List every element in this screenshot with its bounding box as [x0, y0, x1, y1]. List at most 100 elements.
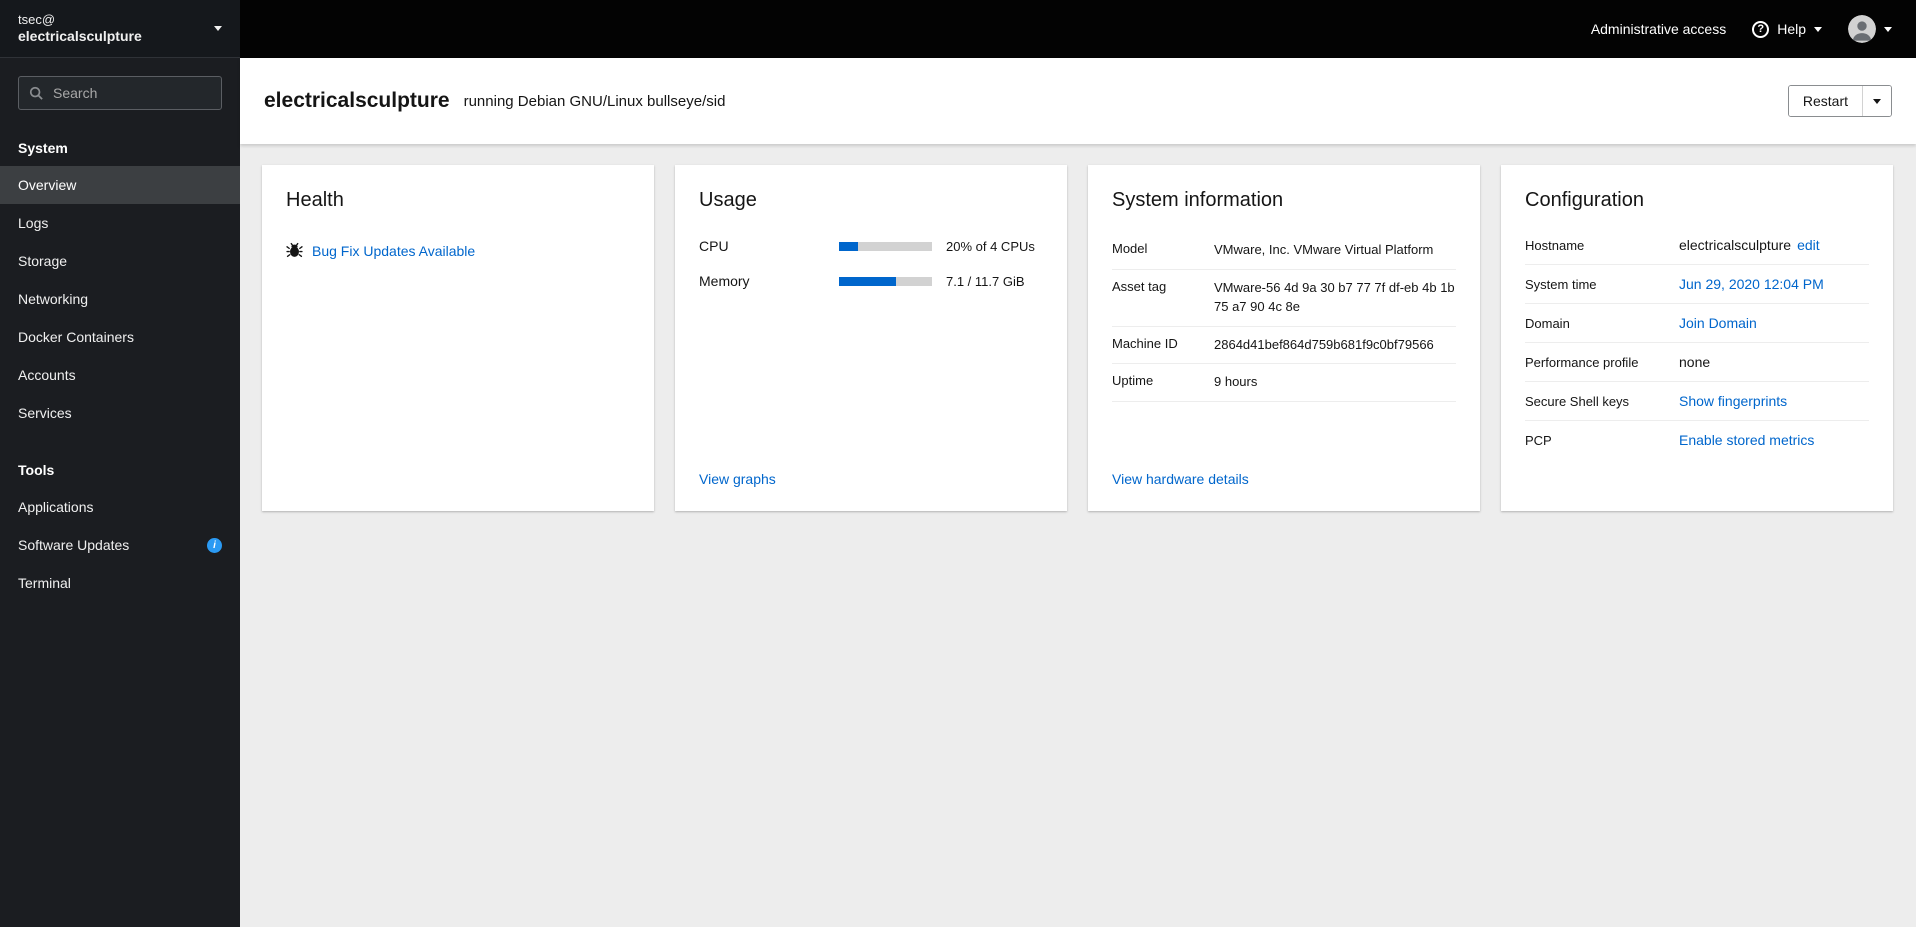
- nav-section-title: Tools: [18, 462, 55, 478]
- usage-label: Memory: [699, 273, 750, 289]
- search-icon: [29, 86, 43, 100]
- sidebar-item-terminal[interactable]: Terminal: [0, 564, 240, 602]
- info-value: 9 hours: [1214, 374, 1258, 390]
- info-value: VMware, Inc. VMware Virtual Platform: [1214, 242, 1434, 257]
- restart-dropdown-toggle[interactable]: [1862, 86, 1891, 116]
- sidebar-item-label: Services: [18, 405, 72, 421]
- system-time-link[interactable]: Jun 29, 2020 12:04 PM: [1679, 276, 1824, 292]
- info-icon: i: [207, 537, 222, 553]
- sidebar-item-overview[interactable]: Overview: [0, 166, 240, 204]
- sidebar: tsec@ electricalsculpture System Overvie…: [0, 0, 240, 927]
- sidebar-item-accounts[interactable]: Accounts: [0, 356, 240, 394]
- page-subtitle: running Debian GNU/Linux bullseye/sid: [463, 92, 726, 110]
- user-avatar-icon: [1848, 15, 1876, 43]
- host-switcher[interactable]: tsec@ electricalsculpture: [0, 0, 240, 58]
- app-root: tsec@ electricalsculpture System Overvie…: [0, 0, 1916, 927]
- view-hardware-details-link[interactable]: View hardware details: [1112, 471, 1456, 487]
- sidebar-item-software-updates[interactable]: Software Updates i: [0, 526, 240, 564]
- memory-progress-bar: [839, 276, 932, 286]
- sidebar-item-label: Logs: [18, 215, 49, 231]
- edit-hostname-link[interactable]: edit: [1797, 237, 1820, 253]
- usage-rows: CPU 20% of 4 CPUs Memory 7.1 / 11.7 GiB: [699, 238, 1043, 289]
- config-label: Domain: [1525, 315, 1570, 331]
- search-input[interactable]: [51, 84, 211, 102]
- sidebar-item-logs[interactable]: Logs: [0, 204, 240, 242]
- administrative-access-button[interactable]: Administrative access: [1579, 13, 1738, 45]
- session-menu-button[interactable]: [1836, 7, 1904, 51]
- usage-label: CPU: [699, 238, 729, 254]
- overview-content: Health Bug Fix Updates Available Usage C…: [240, 144, 1916, 927]
- info-label: Machine ID: [1112, 335, 1178, 351]
- help-menu-button[interactable]: ? Help: [1740, 13, 1834, 46]
- config-label: PCP: [1525, 432, 1552, 448]
- info-label: Asset tag: [1112, 278, 1167, 294]
- sidebar-item-label: Applications: [18, 499, 94, 515]
- card-title: System information: [1112, 189, 1284, 211]
- sidebar-item-networking[interactable]: Networking: [0, 280, 240, 318]
- header-actions: Restart: [1787, 85, 1892, 117]
- usage-value: 20% of 4 CPUs: [946, 238, 1035, 254]
- host-name: electricalsculpture: [18, 27, 142, 44]
- chevron-down-icon: [1814, 26, 1822, 32]
- host-switcher-text: tsec@ electricalsculpture: [18, 12, 214, 46]
- performance-profile-value: none: [1679, 354, 1711, 370]
- chevron-down-icon: [1873, 98, 1881, 104]
- sidebar-item-label: Overview: [18, 177, 77, 193]
- info-value: 2864d41bef864d759b681f9c0bf79566: [1214, 336, 1434, 352]
- host-user: tsec@: [18, 11, 56, 27]
- info-row-machine-id: Machine ID 2864d41bef864d759b681f9c0bf79…: [1112, 327, 1456, 365]
- memory-usage-row: Memory 7.1 / 11.7 GiB: [699, 273, 1043, 289]
- health-card: Health Bug Fix Updates Available: [262, 165, 654, 511]
- sidebar-item-applications[interactable]: Applications: [0, 488, 240, 526]
- nav-section-tools: Tools Applications Software Updates i Te…: [0, 432, 240, 602]
- page-title: electricalsculpture: [264, 89, 450, 112]
- config-row-secure-shell-keys: Secure Shell keys Show fingerprints: [1525, 382, 1869, 421]
- help-label: Help: [1777, 21, 1806, 37]
- config-row-hostname: Hostname electricalsculpture edit: [1525, 226, 1869, 265]
- card-title: Configuration: [1525, 189, 1644, 211]
- show-fingerprints-link[interactable]: Show fingerprints: [1679, 393, 1787, 409]
- sidebar-item-label: Networking: [18, 291, 89, 307]
- sidebar-item-label: Terminal: [18, 575, 71, 591]
- view-graphs-link[interactable]: View graphs: [699, 471, 1043, 487]
- progress-fill: [839, 241, 858, 251]
- bug-icon: [286, 242, 303, 258]
- sidebar-item-label: Accounts: [18, 367, 76, 383]
- bug-fix-updates-link[interactable]: Bug Fix Updates Available: [312, 243, 475, 259]
- page-header: electricalsculpture running Debian GNU/L…: [240, 58, 1916, 144]
- join-domain-link[interactable]: Join Domain: [1679, 315, 1757, 331]
- usage-card: Usage CPU 20% of 4 CPUs Memory 7.1 / 11.…: [675, 165, 1067, 511]
- system-information-rows: Model VMware, Inc. VMware Virtual Platfo…: [1112, 232, 1456, 403]
- sidebar-item-label: Docker Containers: [18, 329, 134, 345]
- restart-button[interactable]: Restart: [1788, 86, 1862, 116]
- card-title: Health: [286, 189, 344, 211]
- sidebar-item-docker-containers[interactable]: Docker Containers: [0, 318, 240, 356]
- sidebar-nav: System Overview Logs Storage Networking …: [0, 128, 240, 927]
- config-label: Performance profile: [1525, 354, 1639, 370]
- nav-section-title: System: [18, 140, 68, 156]
- config-row-pcp: PCP Enable stored metrics: [1525, 421, 1869, 459]
- info-row-model: Model VMware, Inc. VMware Virtual Platfo…: [1112, 232, 1456, 270]
- config-row-domain: Domain Join Domain: [1525, 304, 1869, 343]
- cpu-usage-row: CPU 20% of 4 CPUs: [699, 238, 1043, 254]
- info-label: Uptime: [1112, 373, 1154, 389]
- progress-fill: [839, 276, 896, 286]
- info-row-asset-tag: Asset tag VMware-56 4d 9a 30 b7 77 7f df…: [1112, 270, 1456, 327]
- main-column: Administrative access ? Help electricals…: [240, 0, 1916, 927]
- help-icon: ?: [1752, 20, 1770, 38]
- info-label: Model: [1112, 241, 1148, 256]
- sidebar-item-label: Storage: [18, 253, 68, 269]
- usage-value: 7.1 / 11.7 GiB: [946, 273, 1025, 289]
- sidebar-item-storage[interactable]: Storage: [0, 242, 240, 280]
- chevron-down-icon: [1884, 26, 1892, 32]
- config-row-system-time: System time Jun 29, 2020 12:04 PM: [1525, 265, 1869, 304]
- sidebar-item-services[interactable]: Services: [0, 394, 240, 432]
- restart-button-group: Restart: [1787, 85, 1892, 117]
- chevron-down-icon: [214, 26, 222, 31]
- search-box: [18, 76, 222, 110]
- card-title: Usage: [699, 189, 757, 211]
- config-row-performance-profile: Performance profile none: [1525, 343, 1869, 382]
- enable-stored-metrics-link[interactable]: Enable stored metrics: [1679, 432, 1814, 448]
- configuration-card: Configuration Hostname electricalsculptu…: [1501, 165, 1893, 511]
- system-information-card: System information Model VMware, Inc. VM…: [1088, 165, 1480, 511]
